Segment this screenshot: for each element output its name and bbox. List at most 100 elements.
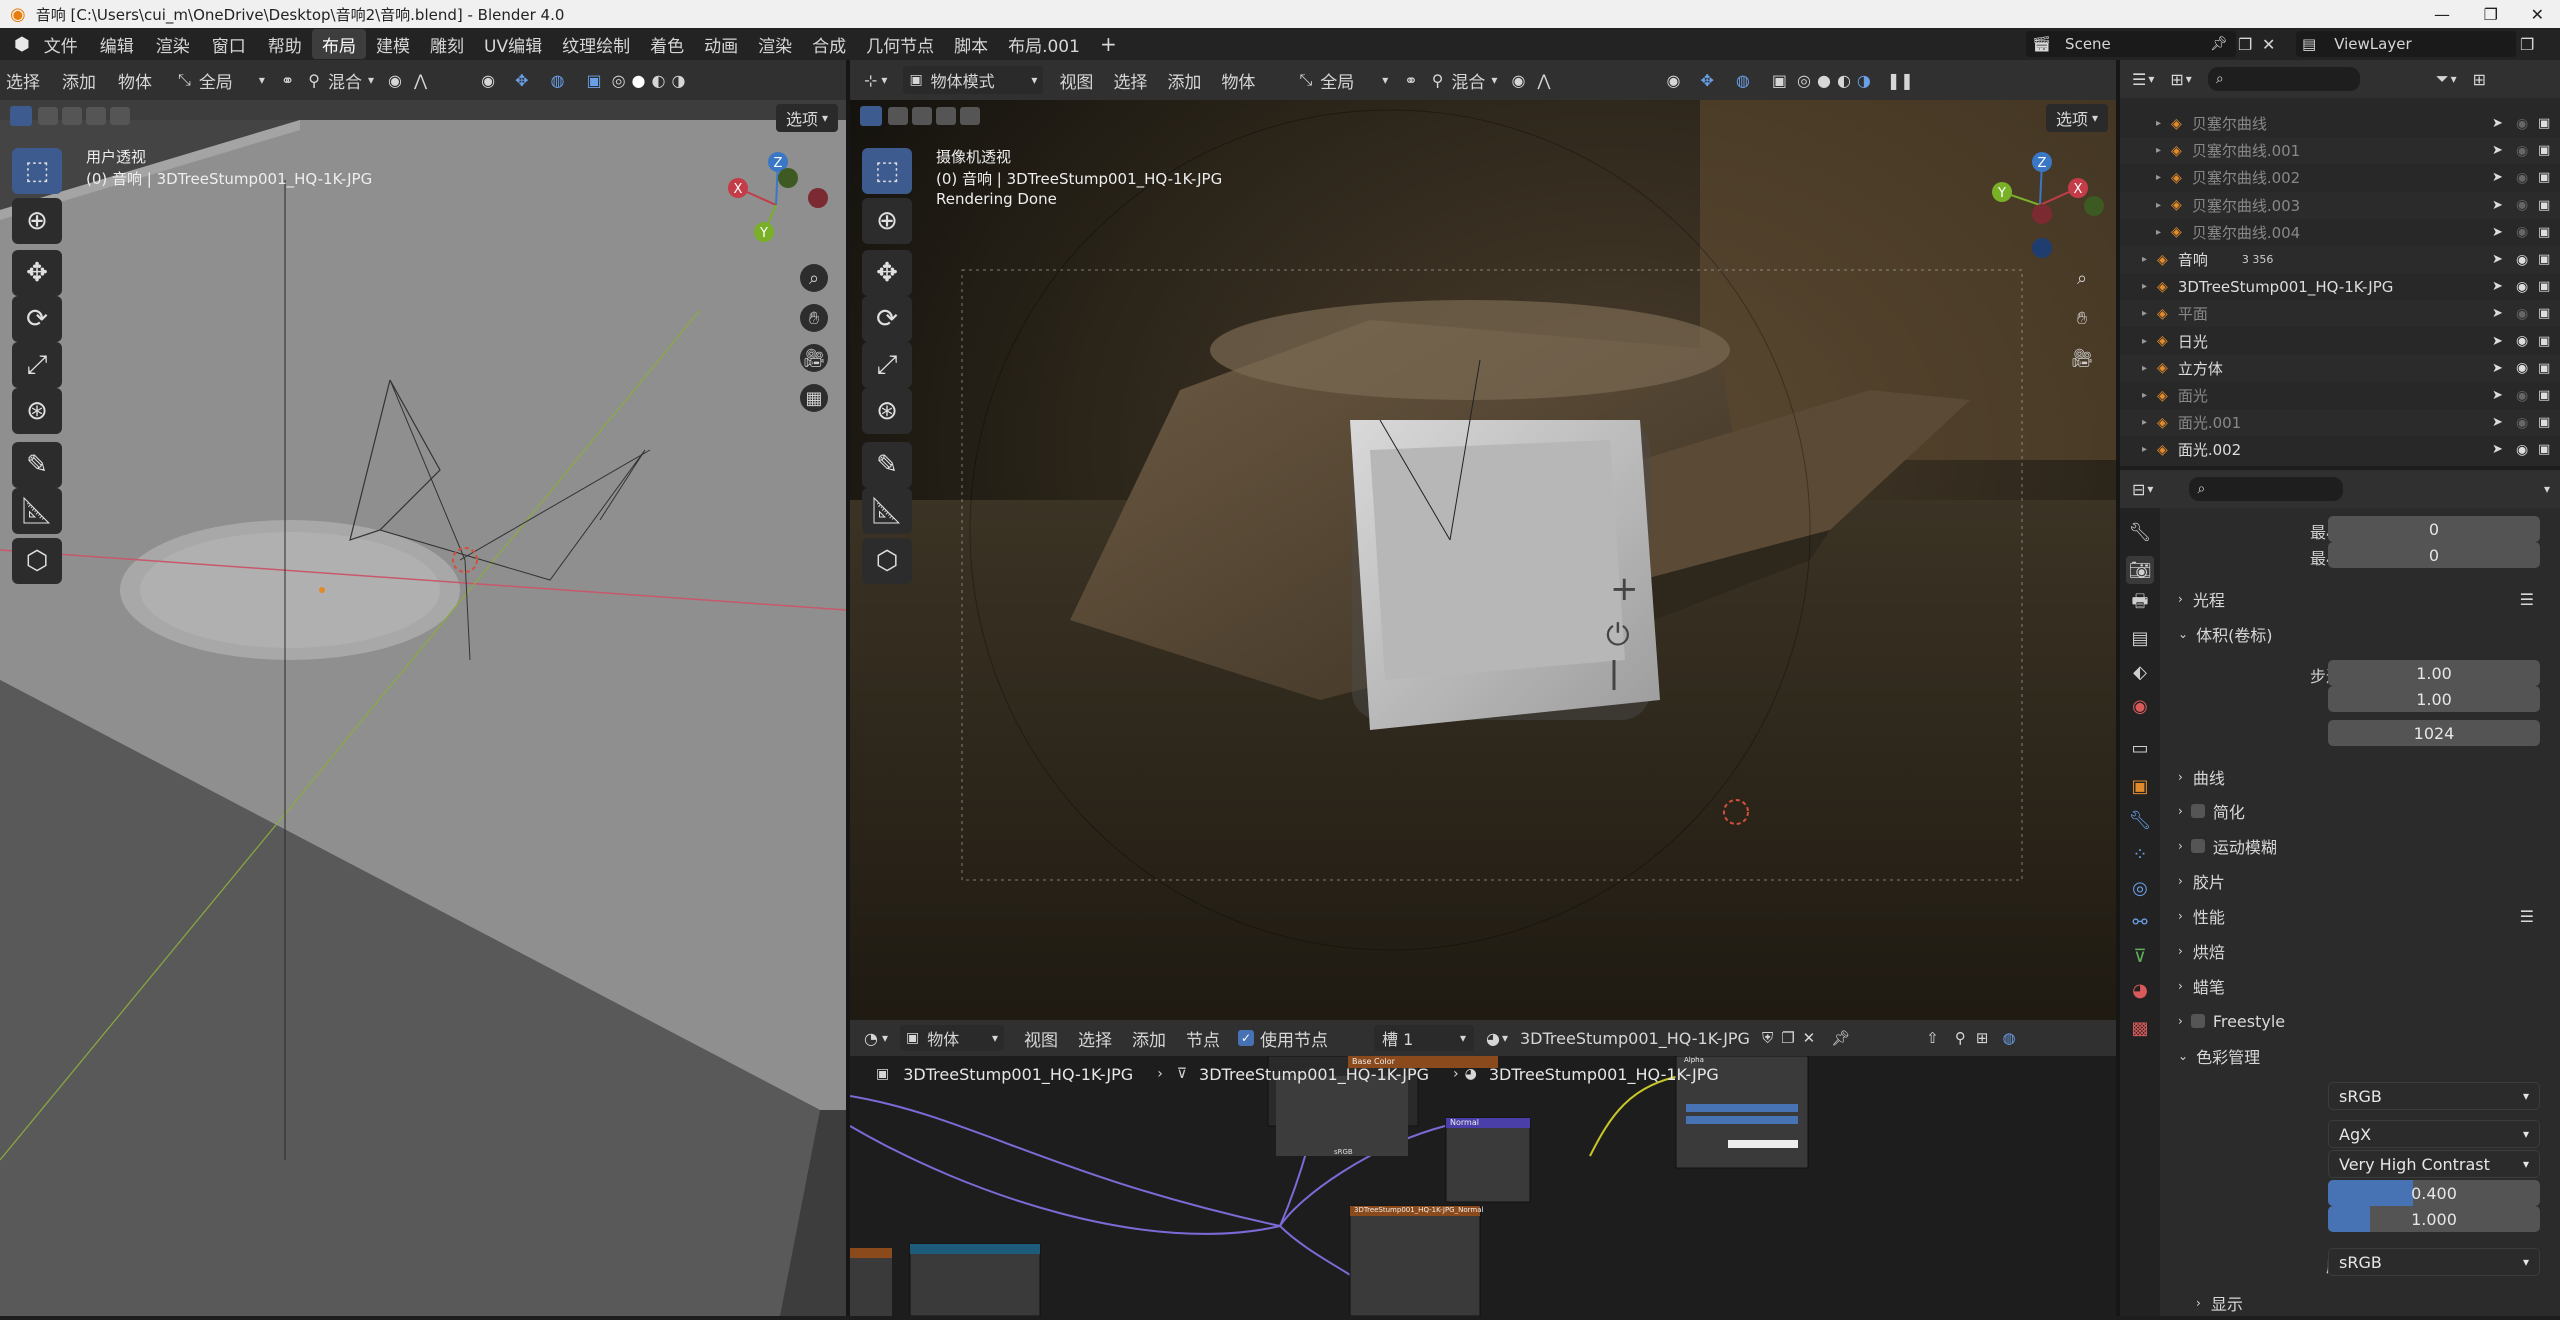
render-camera-icon[interactable]: ▣ <box>2538 116 2550 131</box>
transform-tool[interactable]: ⊛ <box>12 388 62 434</box>
display-panel[interactable]: › 显示 <box>2196 1286 2560 1320</box>
tab-geometry-nodes[interactable]: 几何节点 <box>856 29 944 59</box>
render-camera-icon[interactable]: ▣ <box>2538 442 2550 457</box>
material-name-field[interactable]: 3DTreeStump001_HQ-1K-JPG <box>1520 1029 1750 1048</box>
camera-viewport[interactable]: + ⏻ ⊹ ▾ ▣ 物体模式 ▾ 视图 选择 添加 物体 ⤡ 全局 ▾ ⚭ ⚲ … <box>850 60 2116 1020</box>
selectable-arrow-icon[interactable]: ➤ <box>2492 116 2503 131</box>
expand-arrow-icon[interactable]: ▸ <box>2142 363 2147 374</box>
selectable-arrow-icon[interactable]: ➤ <box>2492 252 2503 267</box>
new-view-layer-icon[interactable]: ❐ <box>2520 35 2534 54</box>
menu-help[interactable]: 帮助 <box>268 32 302 57</box>
tab-uv-editing[interactable]: UV编辑 <box>474 29 552 59</box>
tab-sculpting[interactable]: 雕刻 <box>420 29 474 59</box>
chevron-down-icon[interactable]: ▾ <box>2544 482 2550 496</box>
freestyle-panel[interactable]: › Freestyle <box>2178 1004 2542 1038</box>
visibility-eye-icon[interactable]: ◉ <box>2516 224 2528 240</box>
pause-render-icon[interactable]: ❚❚ <box>1887 71 1914 90</box>
scene-name[interactable]: Scene <box>2065 35 2111 53</box>
new-scene-icon[interactable]: ❐ <box>2238 35 2252 54</box>
expand-arrow-icon[interactable]: ▸ <box>2142 390 2147 401</box>
duplicate-material-icon[interactable]: ❐ <box>1781 1029 1794 1047</box>
expand-arrow-icon[interactable]: ▸ <box>2156 227 2161 238</box>
selectable-arrow-icon[interactable]: ➤ <box>2492 442 2503 457</box>
tab-layout[interactable]: 布局 <box>312 29 366 59</box>
view-layer-name[interactable]: ViewLayer <box>2334 35 2411 53</box>
outliner-item[interactable]: ▸ ◈ 贝塞尔曲线.001 ◉ ➤ ▣ <box>2120 137 2560 165</box>
light-paths-panel[interactable]: › 光程 ☰ <box>2178 582 2542 616</box>
left-viewport[interactable]: 选择 添加 物体 ⤡ 全局 ▾ ⚭ ⚲ 混合 ▾ ◉ ⋀ ◉ ✥ ◍ ▣ ◎ ●… <box>0 60 846 1316</box>
expand-arrow-icon[interactable]: ▸ <box>2142 254 2147 265</box>
left-nav-gizmo[interactable]: Z X Y <box>716 150 836 260</box>
min-transp-bounce-field[interactable]: 0 <box>2328 542 2540 568</box>
outliner-item[interactable]: ▸ ◈ 立方体 ◉ ➤ ▣ <box>2120 354 2560 382</box>
tab-rendering[interactable]: 渲染 <box>748 29 802 59</box>
overlay-toggle-icon[interactable]: ◍ <box>2002 1029 2015 1047</box>
properties-search-input[interactable]: ⌕ <box>2189 477 2344 501</box>
tab-modeling[interactable]: 建模 <box>366 29 420 59</box>
outliner-search-input[interactable]: ⌕ <box>2207 67 2360 91</box>
exposure-slider[interactable]: 0.400 <box>2328 1180 2540 1206</box>
step-rate-render-field[interactable]: 1.00 <box>2328 660 2540 686</box>
visibility-eye-icon[interactable]: ◉ <box>2516 415 2528 431</box>
collection-tab-icon[interactable]: ▭ <box>2126 734 2154 762</box>
rendered-shading-icon[interactable]: ◑ <box>671 71 685 90</box>
falloff-icon[interactable]: ⋀ <box>1537 71 1550 90</box>
overlay-toggle-icon[interactable]: ◍ <box>1736 71 1750 90</box>
new-collection-icon[interactable]: ⊞ <box>2473 70 2486 89</box>
left-orientation-dropdown[interactable]: 全局 <box>199 68 259 93</box>
performance-panel[interactable]: › 性能 ☰ <box>2178 899 2542 933</box>
expand-arrow-icon[interactable]: ▸ <box>2142 417 2147 428</box>
pin-icon[interactable]: 📌︎ <box>2210 36 2228 52</box>
close-window-button[interactable]: ✕ <box>2531 5 2544 24</box>
annotate-tool[interactable]: ✎ <box>862 442 912 488</box>
visibility-eye-icon[interactable]: ◉ <box>2516 360 2528 376</box>
selectable-arrow-icon[interactable]: ➤ <box>2492 279 2503 294</box>
view-transform-dropdown[interactable]: AgX ▾ <box>2328 1120 2540 1148</box>
expand-arrow-icon[interactable]: ▸ <box>2142 336 2147 347</box>
simplify-panel[interactable]: › 简化 <box>2178 794 2542 828</box>
render-camera-icon[interactable]: ▣ <box>2538 198 2550 213</box>
grease-pencil-panel[interactable]: › 蜡笔 <box>2178 969 2542 1003</box>
select-subtract-mode-icon[interactable] <box>912 107 932 125</box>
transform-orientation-icon[interactable]: ⤡ <box>1299 70 1312 90</box>
tab-shading[interactable]: 着色 <box>640 29 694 59</box>
pivot-icon[interactable]: ⚭ <box>1404 71 1417 90</box>
texture-tab-icon[interactable]: ▩ <box>2126 1014 2154 1042</box>
zoom-icon[interactable]: ⌕ <box>2068 264 2096 292</box>
snap-icon[interactable]: ⚲ <box>1955 1029 1966 1047</box>
material-tab-icon[interactable]: ◕ <box>2126 976 2154 1004</box>
node-menu-select[interactable]: 选择 <box>1078 1026 1112 1051</box>
transform-orientation-icon[interactable]: ⤡ <box>178 70 191 90</box>
select-box-mode-icon[interactable] <box>860 106 882 126</box>
snap-target-icon[interactable]: ⊞ <box>1976 1029 1989 1047</box>
selectable-arrow-icon[interactable]: ➤ <box>2492 334 2503 349</box>
measure-tool[interactable]: 📐︎ <box>862 488 912 534</box>
annotate-tool[interactable]: ✎ <box>12 442 62 488</box>
visibility-eye-icon[interactable]: ◉ <box>2516 197 2528 213</box>
node-color-space-value[interactable]: sRGB <box>1334 1148 1353 1156</box>
rendered-shading-icon[interactable]: ◑ <box>1857 71 1871 90</box>
left-menu-object[interactable]: 物体 <box>118 68 152 93</box>
visibility-eye-icon[interactable]: ◉ <box>2516 442 2528 458</box>
selectable-arrow-icon[interactable]: ➤ <box>2492 415 2503 430</box>
film-panel[interactable]: › 胶片 <box>2178 864 2542 898</box>
snap-icon[interactable]: ⚲ <box>308 71 320 90</box>
wireframe-shading-icon[interactable]: ◎ <box>1797 71 1811 90</box>
rotate-tool[interactable]: ⟳ <box>862 296 912 342</box>
render-camera-icon[interactable]: ▣ <box>2538 143 2550 158</box>
expand-arrow-icon[interactable]: ▸ <box>2142 281 2147 292</box>
move-tool[interactable]: ✥ <box>862 250 912 296</box>
add-cube-tool[interactable]: ⬡ <box>862 538 912 584</box>
visibility-eye-icon[interactable]: ◉ <box>2516 116 2528 132</box>
blender-menu-icon[interactable]: ⬢ <box>14 34 30 55</box>
render-camera-icon[interactable]: ▣ <box>2538 306 2550 321</box>
camera-view-icon[interactable]: 🎥︎ <box>800 344 828 372</box>
look-dropdown[interactable]: Very High Contrast ▾ <box>2328 1150 2540 1178</box>
color-management-panel[interactable]: ⌄ 色彩管理 <box>2178 1039 2542 1073</box>
editor-type-icon[interactable]: ◔ <box>864 1029 878 1048</box>
transform-tool[interactable]: ⊛ <box>862 388 912 434</box>
menu-file[interactable]: 文件 <box>44 32 78 57</box>
select-invert-mode-icon[interactable] <box>86 107 106 125</box>
outliner-item[interactable]: ▸ ◈ 贝塞尔曲线 ◉ ➤ ▣ <box>2120 110 2560 137</box>
expand-arrow-icon[interactable]: ▸ <box>2142 444 2147 455</box>
